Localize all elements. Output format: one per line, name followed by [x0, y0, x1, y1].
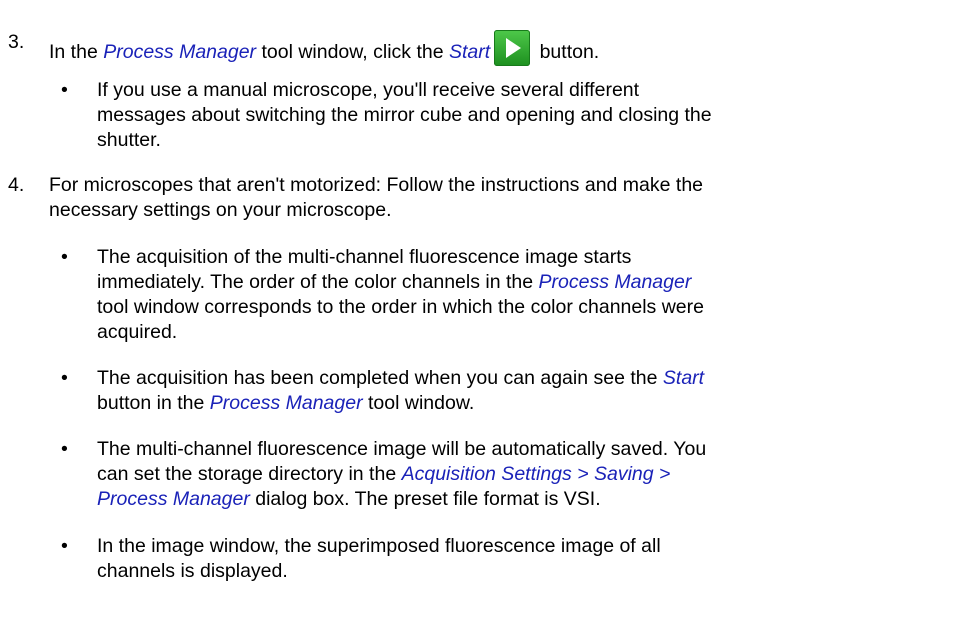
text-line: can set the storage directory in the Acq…: [97, 462, 917, 487]
start-link[interactable]: Start: [663, 367, 704, 389]
step-number: 3.: [8, 31, 25, 53]
process-manager-link[interactable]: Process Manager: [103, 41, 256, 63]
text-fragment: tool window.: [362, 392, 475, 414]
bullet-symbol: •: [61, 535, 68, 557]
text-line: acquired.: [97, 321, 178, 343]
text-fragment: can set the storage directory in the: [97, 463, 402, 485]
text-fragment: button.: [534, 41, 600, 63]
text-line: If you use a manual microscope, you'll r…: [97, 79, 640, 101]
text-line: Process Manager dialog box. The preset f…: [97, 487, 917, 512]
text-line: channels is displayed.: [97, 560, 288, 582]
text-line: For microscopes that aren't motorized: F…: [49, 174, 704, 196]
text-line: The acquisition of the multi-channel flu…: [97, 246, 632, 268]
bullet-symbol: •: [61, 367, 68, 389]
bullet-text: The acquisition of the multi-channel flu…: [97, 245, 917, 345]
acquisition-settings-link[interactable]: Acquisition Settings > Saving >: [402, 463, 671, 485]
start-link[interactable]: Start: [449, 41, 490, 63]
text-line: The acquisition has been completed when …: [97, 366, 917, 391]
bullet-symbol: •: [61, 246, 68, 268]
text-fragment: immediately. The order of the color chan…: [97, 271, 539, 293]
text-line: necessary settings on your microscope.: [49, 199, 392, 221]
text-fragment: tool window, click the: [256, 41, 449, 63]
bullet-symbol: •: [61, 438, 68, 460]
text-line: The multi-channel fluorescence image wil…: [97, 438, 707, 460]
process-manager-link[interactable]: Process Manager: [210, 392, 363, 414]
start-play-icon: [494, 30, 531, 66]
bullet-symbol: •: [61, 79, 68, 101]
text-line: button in the Process Manager tool windo…: [97, 391, 917, 416]
text-fragment: dialog box. The preset file format is VS…: [249, 488, 601, 510]
bullet-text: The multi-channel fluorescence image wil…: [97, 437, 917, 512]
text-line: immediately. The order of the color chan…: [97, 270, 917, 295]
bullet-text: The acquisition has been completed when …: [97, 366, 917, 416]
text-fragment: In the: [49, 41, 104, 63]
process-manager-link[interactable]: Process Manager: [97, 488, 250, 510]
bullet-text: If you use a manual microscope, you'll r…: [97, 78, 917, 153]
text-fragment: button in the: [97, 392, 210, 414]
step-text: In the Process Manager tool window, clic…: [49, 30, 909, 66]
process-manager-link[interactable]: Process Manager: [539, 271, 692, 293]
text-line: messages about switching the mirror cube…: [97, 104, 712, 126]
text-fragment: The acquisition has been completed when …: [97, 367, 663, 389]
bullet-text: In the image window, the superimposed fl…: [97, 534, 917, 584]
text-line: shutter.: [97, 129, 161, 151]
text-line: tool window corresponds to the order in …: [97, 296, 704, 318]
step-number: 4.: [8, 174, 25, 196]
text-line: In the image window, the superimposed fl…: [97, 535, 661, 557]
step-text: For microscopes that aren't motorized: F…: [49, 173, 909, 223]
